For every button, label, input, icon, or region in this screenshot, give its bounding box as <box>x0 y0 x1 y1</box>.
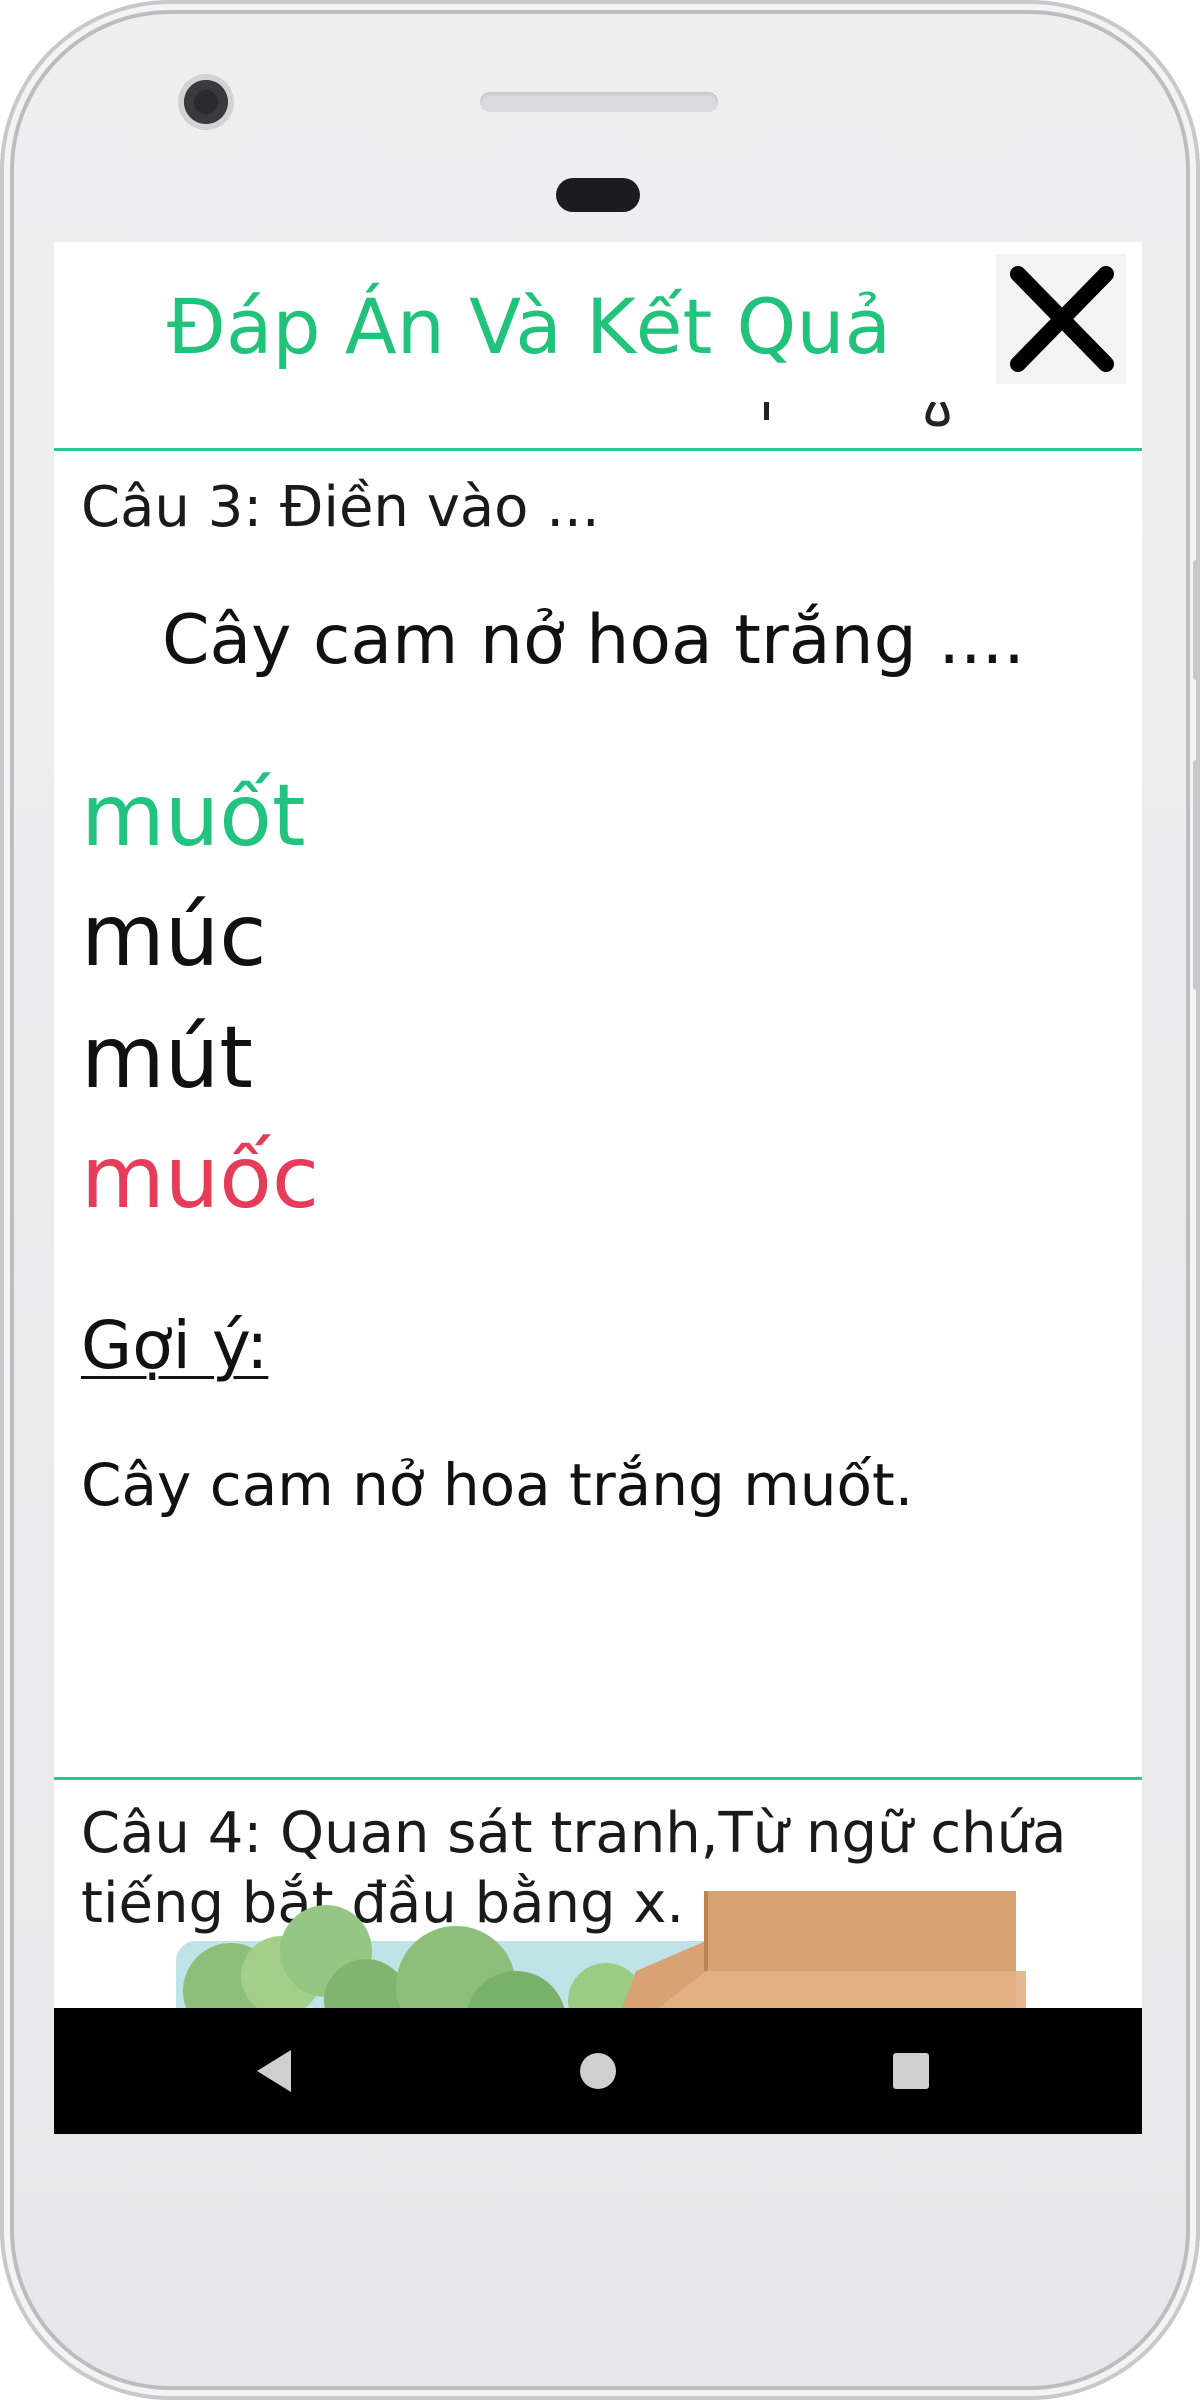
option[interactable]: mút <box>81 1015 253 1101</box>
front-camera <box>184 80 228 124</box>
home-circle-icon <box>580 2053 616 2089</box>
volume-button <box>1193 760 1200 990</box>
question-3-sentence: Cây cam nở hoa trắng .... <box>162 601 1025 680</box>
phone-frame: Đáp Án Và Kết Quả Câu 3: Điền vào ... Câ… <box>0 0 1200 2400</box>
earpiece-speaker <box>480 92 718 112</box>
proximity-sensor <box>556 178 640 212</box>
dialog-title: Đáp Án Và Kết Quả <box>166 282 892 371</box>
recents-square-icon <box>893 2053 929 2089</box>
option-correct[interactable]: muốt <box>81 773 306 859</box>
scrolled-text-fragment <box>694 402 994 442</box>
back-button[interactable] <box>219 2008 339 2134</box>
system-navigation-bar <box>54 2008 1142 2134</box>
close-icon <box>1010 266 1114 372</box>
hint-text: Cây cam nở hoa trắng muốt. <box>81 1451 914 1519</box>
app-screen: Đáp Án Và Kết Quả Câu 3: Điền vào ... Câ… <box>54 242 1142 2134</box>
option[interactable]: múc <box>81 893 267 979</box>
recents-button[interactable] <box>851 2008 971 2134</box>
power-button <box>1193 560 1200 680</box>
hint-title: Gợi ý: <box>81 1307 269 1384</box>
question-divider <box>54 1777 1142 1780</box>
back-triangle-icon <box>257 2050 291 2092</box>
question-3-label: Câu 3: Điền vào ... <box>81 475 600 540</box>
close-button[interactable] <box>996 254 1126 384</box>
dialog-header: Đáp Án Và Kết Quả <box>54 242 1142 451</box>
option-wrong[interactable]: muốc <box>81 1135 319 1221</box>
home-button[interactable] <box>538 2008 658 2134</box>
